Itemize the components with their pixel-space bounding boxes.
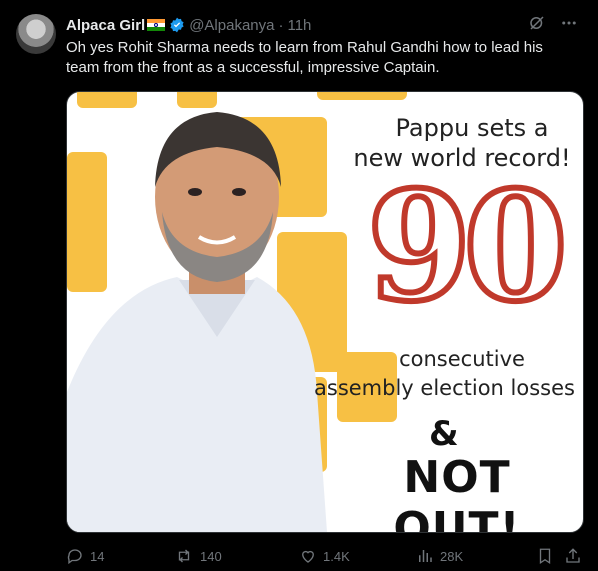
- like-icon: [302, 550, 314, 563]
- tweet-image[interactable]: Pappu sets a new world record! 90 consec…: [66, 91, 584, 533]
- action-bar: 14 140 1.4K 28K: [66, 545, 582, 567]
- author-handle[interactable]: @Alpakanya: [189, 17, 274, 34]
- views-button[interactable]: 28K: [416, 547, 463, 565]
- views-count: 28K: [440, 548, 464, 564]
- like-count: 1.4K: [323, 548, 350, 564]
- share-button[interactable]: [564, 547, 582, 565]
- timestamp[interactable]: 11h: [287, 17, 311, 34]
- like-button[interactable]: 1.4K: [299, 547, 350, 565]
- tweet-text: Oh yes Rohit Sharma needs to learn from …: [66, 39, 543, 76]
- caption-line-2: assembly election losses: [314, 376, 575, 400]
- big-number: 90: [364, 159, 571, 335]
- grok-icon[interactable]: [528, 14, 546, 36]
- separator-dot: ·: [278, 16, 284, 34]
- repost-icon: [178, 549, 190, 563]
- bookmark-button[interactable]: [536, 547, 554, 565]
- author-name[interactable]: Alpaca Girl: [66, 17, 145, 34]
- repost-count: 140: [200, 548, 222, 564]
- person-photo: [67, 112, 327, 532]
- tweet-header: Alpaca Girl @Alpakanya · 11h: [66, 14, 578, 36]
- tweet[interactable]: Alpaca Girl @Alpakanya · 11h Oh yes Rohi…: [0, 0, 598, 571]
- avatar[interactable]: [16, 14, 56, 54]
- reply-count: 14: [90, 548, 105, 564]
- headline-line-1: Pappu sets a: [395, 114, 549, 142]
- ampersand: &: [429, 414, 459, 454]
- bookmark-icon: [539, 548, 551, 565]
- caption-line-1: consecutive: [399, 347, 525, 371]
- repost-button[interactable]: 140: [174, 547, 222, 565]
- more-icon[interactable]: [560, 14, 578, 36]
- views-icon: [419, 550, 432, 562]
- verified-badge-icon: [169, 17, 185, 33]
- india-flag-icon: [147, 19, 166, 31]
- reply-icon: [67, 549, 82, 565]
- share-icon: [566, 548, 580, 563]
- not-out-text: NOT OUT!: [393, 452, 521, 533]
- reply-button[interactable]: 14: [66, 547, 104, 565]
